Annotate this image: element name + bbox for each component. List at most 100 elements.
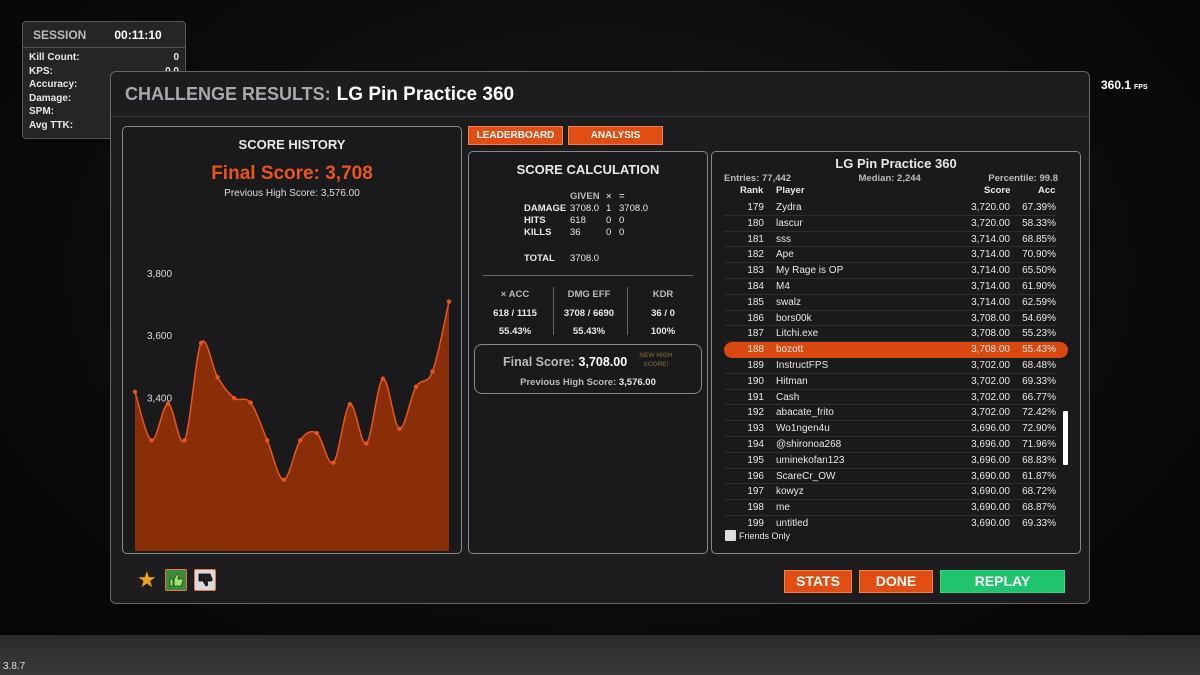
score-point[interactable] [165, 401, 171, 406]
score-point[interactable] [281, 477, 286, 483]
efficiency-stat: KDR 36 / 0 100% [627, 289, 699, 344]
score-point[interactable] [314, 430, 319, 436]
leaderboard-score: 3,702.00 [971, 391, 1010, 403]
thumbs-up-icon[interactable] [165, 569, 187, 591]
replay-button[interactable]: REPLAY [940, 570, 1065, 593]
tab-leaderboard[interactable]: LEADERBOARD [468, 126, 563, 145]
leaderboard-title: LG Pin Practice 360 [835, 156, 957, 171]
calc-row-label: DAMAGE [524, 203, 567, 214]
stats-button[interactable]: STATS [784, 570, 852, 593]
total-label: TOTAL [524, 253, 555, 264]
friends-only-toggle[interactable]: Friends Only [725, 530, 790, 541]
leaderboard-row[interactable]: 190 Hitman 3,702.00 69.33% [712, 374, 1072, 390]
calc-multiplier: 0 [606, 227, 612, 238]
leaderboard-name: M4 [776, 280, 790, 292]
score-point[interactable] [248, 400, 253, 405]
leaderboard-row[interactable]: 192 abacate_frito 3,702.00 72.42% [712, 405, 1072, 421]
leaderboard-acc: 72.42% [1022, 407, 1056, 419]
score-point[interactable] [149, 438, 154, 443]
done-button[interactable]: DONE [859, 570, 933, 593]
score-point[interactable] [397, 426, 402, 432]
leaderboard-acc: 65.50% [1022, 265, 1056, 277]
session-label: SESSION [33, 27, 87, 42]
leaderboard-acc: 69.33% [1022, 375, 1056, 387]
leaderboard-row[interactable]: 184 M4 3,714.00 61.90% [712, 279, 1072, 295]
tab-analysis[interactable]: ANALYSIS [568, 126, 663, 145]
score-point[interactable] [347, 402, 353, 407]
leaderboard-row[interactable]: 185 swalz 3,714.00 62.59% [712, 295, 1072, 311]
score-point[interactable] [231, 395, 237, 401]
calc-given-value: 3708.0 [570, 203, 600, 214]
multiply-header: × [606, 191, 612, 202]
leaderboard-name: uminekofan123 [776, 454, 845, 466]
leaderboard-row[interactable]: 199 untitled 3,690.00 69.33% [712, 516, 1072, 528]
leaderboard-score: 3,720.00 [971, 202, 1010, 213]
leaderboard-row[interactable]: 191 Cash 3,702.00 66.77% [712, 390, 1072, 406]
leaderboard-rank: 187 [747, 328, 764, 340]
leaderboard-row[interactable]: 194 @shironoa268 3,696.00 71.96% [712, 437, 1072, 453]
score-point[interactable] [132, 389, 138, 395]
leaderboard-row[interactable]: 182 Ape 3,714.00 70.90% [712, 247, 1072, 263]
leaderboard-row[interactable]: 187 Litchi.exe 3,708.00 55.23% [712, 326, 1072, 342]
thumbs-down-icon[interactable] [194, 569, 216, 591]
leaderboard-row[interactable]: 183 My Rage is OP 3,714.00 65.50% [712, 263, 1072, 279]
leaderboard-acc: 66.77% [1022, 391, 1056, 403]
calc-row-label: HITS [524, 215, 546, 226]
score-point[interactable] [265, 438, 270, 443]
leaderboard-row[interactable]: 196 ScareCr_OW 3,690.00 61.87% [712, 469, 1072, 485]
leaderboard-rank: 193 [747, 423, 764, 435]
leaderboard-rank: 194 [747, 438, 764, 450]
leaderboard-score: 3,690.00 [971, 486, 1010, 498]
score-point[interactable] [430, 369, 435, 374]
session-stat-label: Accuracy: [29, 79, 78, 91]
score-point[interactable] [182, 438, 187, 443]
leaderboard-row[interactable]: 189 InstructFPS 3,702.00 68.48% [712, 358, 1072, 374]
leaderboard-scrollbar[interactable] [1063, 411, 1068, 465]
score-point[interactable] [364, 441, 369, 446]
y-tick-label: 3,600 [147, 331, 172, 342]
friends-only-checkbox[interactable] [725, 530, 736, 541]
favorite-star-icon[interactable]: ★ [137, 569, 159, 591]
calculation-table: GIVEN × = TOTAL 3708.0 DAMAGE 3708.0 1 3708… [469, 152, 709, 272]
leaderboard-row-current-player[interactable]: 188 bozott 3,708.00 55.43% [724, 342, 1068, 358]
leaderboard-name: Zydra [776, 202, 802, 213]
leaderboard-score: 3,714.00 [971, 296, 1010, 308]
leaderboard-rank: 180 [747, 217, 764, 229]
score-point[interactable] [198, 340, 204, 346]
score-point[interactable] [298, 438, 303, 443]
leaderboard-row[interactable]: 197 kowyz 3,690.00 68.72% [712, 484, 1072, 500]
fps-counter: 360.1 FPS [1101, 78, 1148, 92]
total-value: 3708.0 [570, 253, 600, 264]
efficiency-stat-value: 618 / 1115 [493, 308, 537, 319]
leaderboard-acc: 68.48% [1022, 359, 1056, 371]
calc-row-label: KILLS [524, 227, 552, 238]
leaderboard-rank: 189 [747, 359, 764, 371]
previous-high-value: 3,576.00 [618, 377, 656, 388]
score-point[interactable] [331, 460, 336, 465]
leaderboard-rank: 191 [747, 391, 764, 403]
score-point[interactable] [413, 384, 419, 390]
calc-result: 3708.0 [619, 203, 649, 214]
col-player: Player [776, 185, 805, 196]
given-header: GIVEN [570, 191, 600, 202]
leaderboard-acc: 71.96% [1022, 438, 1056, 450]
score-point[interactable] [215, 374, 220, 380]
leaderboard-row[interactable]: 198 me 3,690.00 68.87% [712, 500, 1072, 516]
score-point[interactable] [446, 299, 452, 304]
leaderboard-row[interactable]: 180 lascur 3,720.00 58.33% [712, 216, 1072, 232]
calc-result: 0 [619, 215, 625, 226]
score-history-title: SCORE HISTORY [238, 137, 346, 152]
leaderboard-row[interactable]: 181 sss 3,714.00 68.85% [712, 232, 1072, 248]
leaderboard-row[interactable]: 193 Wo1ngen4u 3,696.00 72.90% [712, 421, 1072, 437]
leaderboard-list[interactable]: 179 Zydra 3,720.00 67.39% 180 lascur 3,720.00 5… [712, 200, 1072, 528]
leaderboard-rank: 190 [747, 375, 764, 387]
leaderboard-row[interactable]: 186 bors00k 3,708.00 54.69% [712, 311, 1072, 327]
leaderboard-acc: 68.83% [1022, 454, 1056, 466]
final-score-heading: Final Score: 3,708 [211, 163, 373, 184]
leaderboard-acc: 55.23% [1022, 328, 1056, 340]
leaderboard-row[interactable]: 195 uminekofan123 3,696.00 68.83% [712, 453, 1072, 469]
leaderboard-acc: 55.43% [1022, 344, 1056, 356]
score-point[interactable] [380, 376, 386, 381]
leaderboard-row[interactable]: 179 Zydra 3,720.00 67.39% [712, 200, 1072, 216]
leaderboard-acc: 68.85% [1022, 233, 1056, 245]
